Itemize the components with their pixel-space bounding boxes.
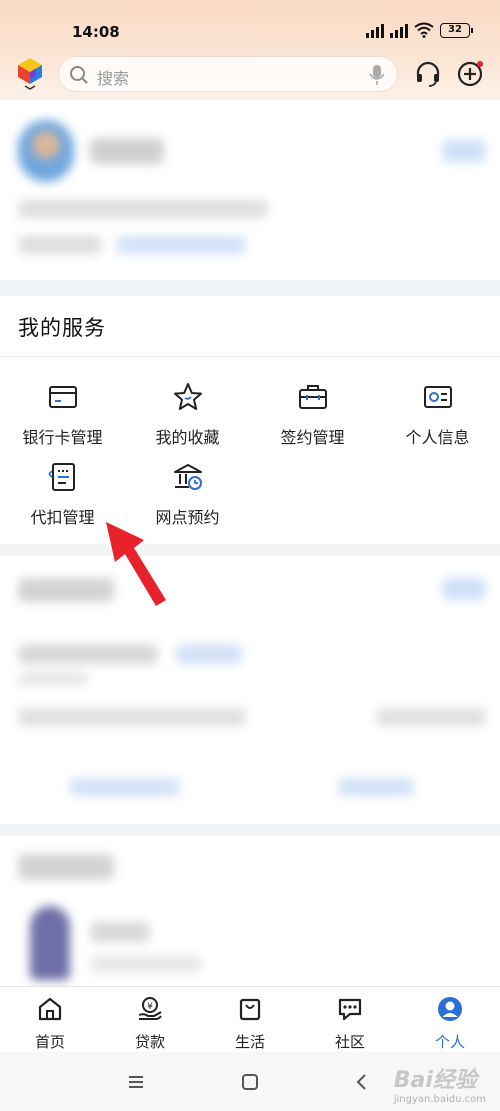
search-icon — [70, 66, 88, 84]
my-services-card: 我的服务 银行卡管理 我的收藏 签约管理 个人信息 代扣管理 网点预约 — [0, 296, 500, 544]
avatar — [18, 120, 74, 182]
tab-label: 贷款 — [134, 1033, 165, 1051]
system-navigation-bar: Bai经验 jingyan.baidu.com — [0, 1052, 500, 1111]
red-pointer-arrow-icon — [106, 522, 166, 606]
blurred-card — [0, 836, 500, 986]
service-label: 我的收藏 — [155, 428, 220, 447]
signal-icon — [390, 22, 408, 38]
watermark: Bai经验 jingyan.baidu.com — [394, 1062, 486, 1105]
person-icon — [438, 997, 462, 1021]
service-personal-info[interactable]: 个人信息 — [375, 380, 500, 450]
tab-community[interactable]: 社区 — [300, 987, 400, 1052]
tab-home[interactable]: 首页 — [0, 987, 100, 1052]
shopping-bag-icon — [239, 998, 261, 1021]
wifi-icon — [414, 22, 434, 38]
tab-life[interactable]: 生活 — [200, 987, 300, 1052]
tab-label: 首页 — [34, 1033, 65, 1051]
watermark-brand: Bai — [393, 1068, 433, 1093]
watermark-brand-suffix: 经验 — [432, 1068, 477, 1093]
service-my-favorites[interactable]: 我的收藏 — [125, 380, 250, 450]
service-contract-management[interactable]: 签约管理 — [250, 380, 375, 450]
tab-loan[interactable]: ¥ 贷款 — [100, 987, 200, 1052]
home-button-icon[interactable] — [240, 1072, 260, 1092]
status-icons: 32 — [366, 22, 473, 38]
status-bar: 14:08 32 — [0, 0, 500, 60]
back-icon[interactable] — [352, 1072, 372, 1092]
signal-icon — [366, 22, 384, 38]
bottom-tab-bar: 首页 ¥ 贷款 生活 社区 个人 — [0, 986, 500, 1052]
service-label: 签约管理 — [280, 428, 345, 447]
tab-label: 生活 — [234, 1033, 265, 1051]
tab-label: 社区 — [334, 1033, 365, 1051]
tab-label: 个人 — [434, 1033, 465, 1051]
add-icon[interactable] — [456, 60, 484, 88]
search-placeholder: 搜索 — [97, 69, 130, 88]
watermark-url: jingyan.baidu.com — [393, 1094, 486, 1105]
briefcase-icon — [298, 385, 327, 409]
branch-appointment-icon — [173, 464, 202, 490]
battery-indicator: 32 — [440, 22, 473, 38]
app-logo-icon[interactable] — [16, 56, 44, 90]
star-icon — [173, 383, 202, 410]
deduction-list-icon — [47, 463, 75, 491]
profile-card[interactable] — [0, 100, 500, 280]
app-header: 搜索 — [0, 54, 500, 94]
blurred-card — [0, 556, 500, 824]
status-time: 14:08 — [72, 23, 120, 41]
microphone-icon[interactable] — [369, 64, 385, 86]
my-services-title: 我的服务 — [18, 316, 106, 340]
headset-icon[interactable] — [414, 60, 442, 88]
tab-personal[interactable]: 个人 — [400, 987, 500, 1052]
id-card-icon — [423, 386, 452, 408]
home-icon — [38, 997, 62, 1021]
service-label: 个人信息 — [405, 428, 470, 447]
svg-text:¥: ¥ — [147, 1002, 153, 1012]
service-bank-card-management[interactable]: 银行卡管理 — [0, 380, 125, 450]
chat-icon — [338, 998, 362, 1021]
menu-icon[interactable] — [126, 1072, 146, 1092]
bank-card-icon — [48, 386, 77, 408]
loan-icon: ¥ — [138, 997, 162, 1020]
divider — [0, 356, 500, 357]
search-bar[interactable]: 搜索 — [58, 56, 398, 92]
service-label: 银行卡管理 — [22, 428, 103, 447]
